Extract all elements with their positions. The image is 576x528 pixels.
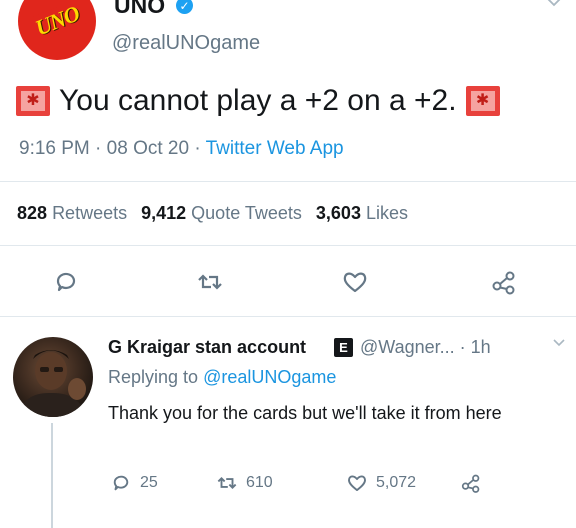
tweet-meta: 9:16 PM · 08 Oct 20 · Twitter Web App bbox=[19, 138, 344, 160]
tweet-time[interactable]: 9:16 PM bbox=[19, 138, 90, 159]
replying-to-handle[interactable]: @realUNOgame bbox=[203, 367, 336, 387]
chevron-down-icon[interactable] bbox=[546, 0, 562, 10]
siren-emoji-icon: ✱ bbox=[16, 86, 50, 116]
thread-line bbox=[51, 423, 53, 528]
retweet-icon bbox=[217, 476, 237, 490]
reply-text: Thank you for the cards but we'll take i… bbox=[108, 403, 502, 423]
replying-to: Replying to @realUNOgame bbox=[108, 367, 336, 388]
reply-time[interactable]: · 1h bbox=[460, 337, 491, 357]
tweet-date[interactable]: 08 Oct 20 bbox=[107, 138, 189, 159]
quote-count: 9,412 bbox=[141, 203, 187, 223]
meta-separator: · bbox=[95, 138, 102, 159]
reply-avatar[interactable] bbox=[13, 337, 93, 417]
reply-handle[interactable]: @Wagner... bbox=[360, 337, 455, 357]
verified-badge-icon: ✓ bbox=[176, 0, 193, 14]
reply-icon[interactable] bbox=[52, 268, 80, 296]
uno-avatar-logo[interactable]: UNO bbox=[18, 0, 96, 60]
quote-label: Quote Tweets bbox=[191, 203, 302, 223]
retweets-label: Retweets bbox=[52, 203, 128, 223]
retweets-stat[interactable]: 828 Retweets bbox=[17, 203, 127, 224]
quote-tweets-stat[interactable]: 9,412 Quote Tweets bbox=[141, 203, 302, 224]
reply-reply-button[interactable]: 25 bbox=[110, 472, 158, 494]
logo-text: UNO bbox=[28, 0, 86, 43]
author-name[interactable]: UNO bbox=[114, 0, 165, 19]
like-icon bbox=[348, 475, 366, 492]
chevron-down-icon[interactable] bbox=[552, 336, 566, 350]
reply-author-name[interactable]: G Kraigar stan account bbox=[108, 337, 306, 358]
likes-stat[interactable]: 3,603 Likes bbox=[316, 203, 408, 224]
reply-handle-time: @Wagner... · 1h bbox=[360, 337, 491, 358]
reply-retweet-button[interactable]: 610 bbox=[216, 472, 273, 494]
author-handle[interactable]: @realUNOgame bbox=[112, 32, 260, 55]
emoji-e-badge: E bbox=[334, 338, 353, 357]
tweet-text-row: ✱ You cannot play a +2 on a +2. ✱ bbox=[16, 84, 500, 118]
reply-count: 25 bbox=[140, 474, 158, 491]
share-icon[interactable] bbox=[490, 268, 518, 296]
divider bbox=[0, 245, 576, 246]
reply-share-button[interactable] bbox=[460, 472, 482, 494]
retweet-count: 610 bbox=[246, 474, 273, 491]
tweet-text: You cannot play a +2 on a +2. bbox=[59, 84, 457, 117]
tweet-stats: 828 Retweets 9,412 Quote Tweets 3,603 Li… bbox=[17, 203, 408, 224]
siren-emoji-icon: ✱ bbox=[465, 86, 500, 116]
retweets-count: 828 bbox=[17, 203, 48, 223]
likes-label: Likes bbox=[365, 203, 408, 223]
reply-like-button[interactable]: 5,072 bbox=[346, 472, 416, 494]
like-icon[interactable] bbox=[341, 268, 369, 296]
meta-separator: · bbox=[194, 138, 201, 159]
likes-count: 3,603 bbox=[315, 203, 361, 223]
retweet-icon[interactable] bbox=[196, 268, 224, 296]
replying-prefix: Replying to bbox=[108, 367, 199, 387]
reply-icon bbox=[113, 475, 129, 491]
share-icon bbox=[461, 474, 480, 493]
divider bbox=[0, 181, 576, 182]
tweet-source[interactable]: Twitter Web App bbox=[206, 138, 344, 159]
like-count: 5,072 bbox=[376, 474, 417, 491]
divider bbox=[0, 316, 576, 317]
